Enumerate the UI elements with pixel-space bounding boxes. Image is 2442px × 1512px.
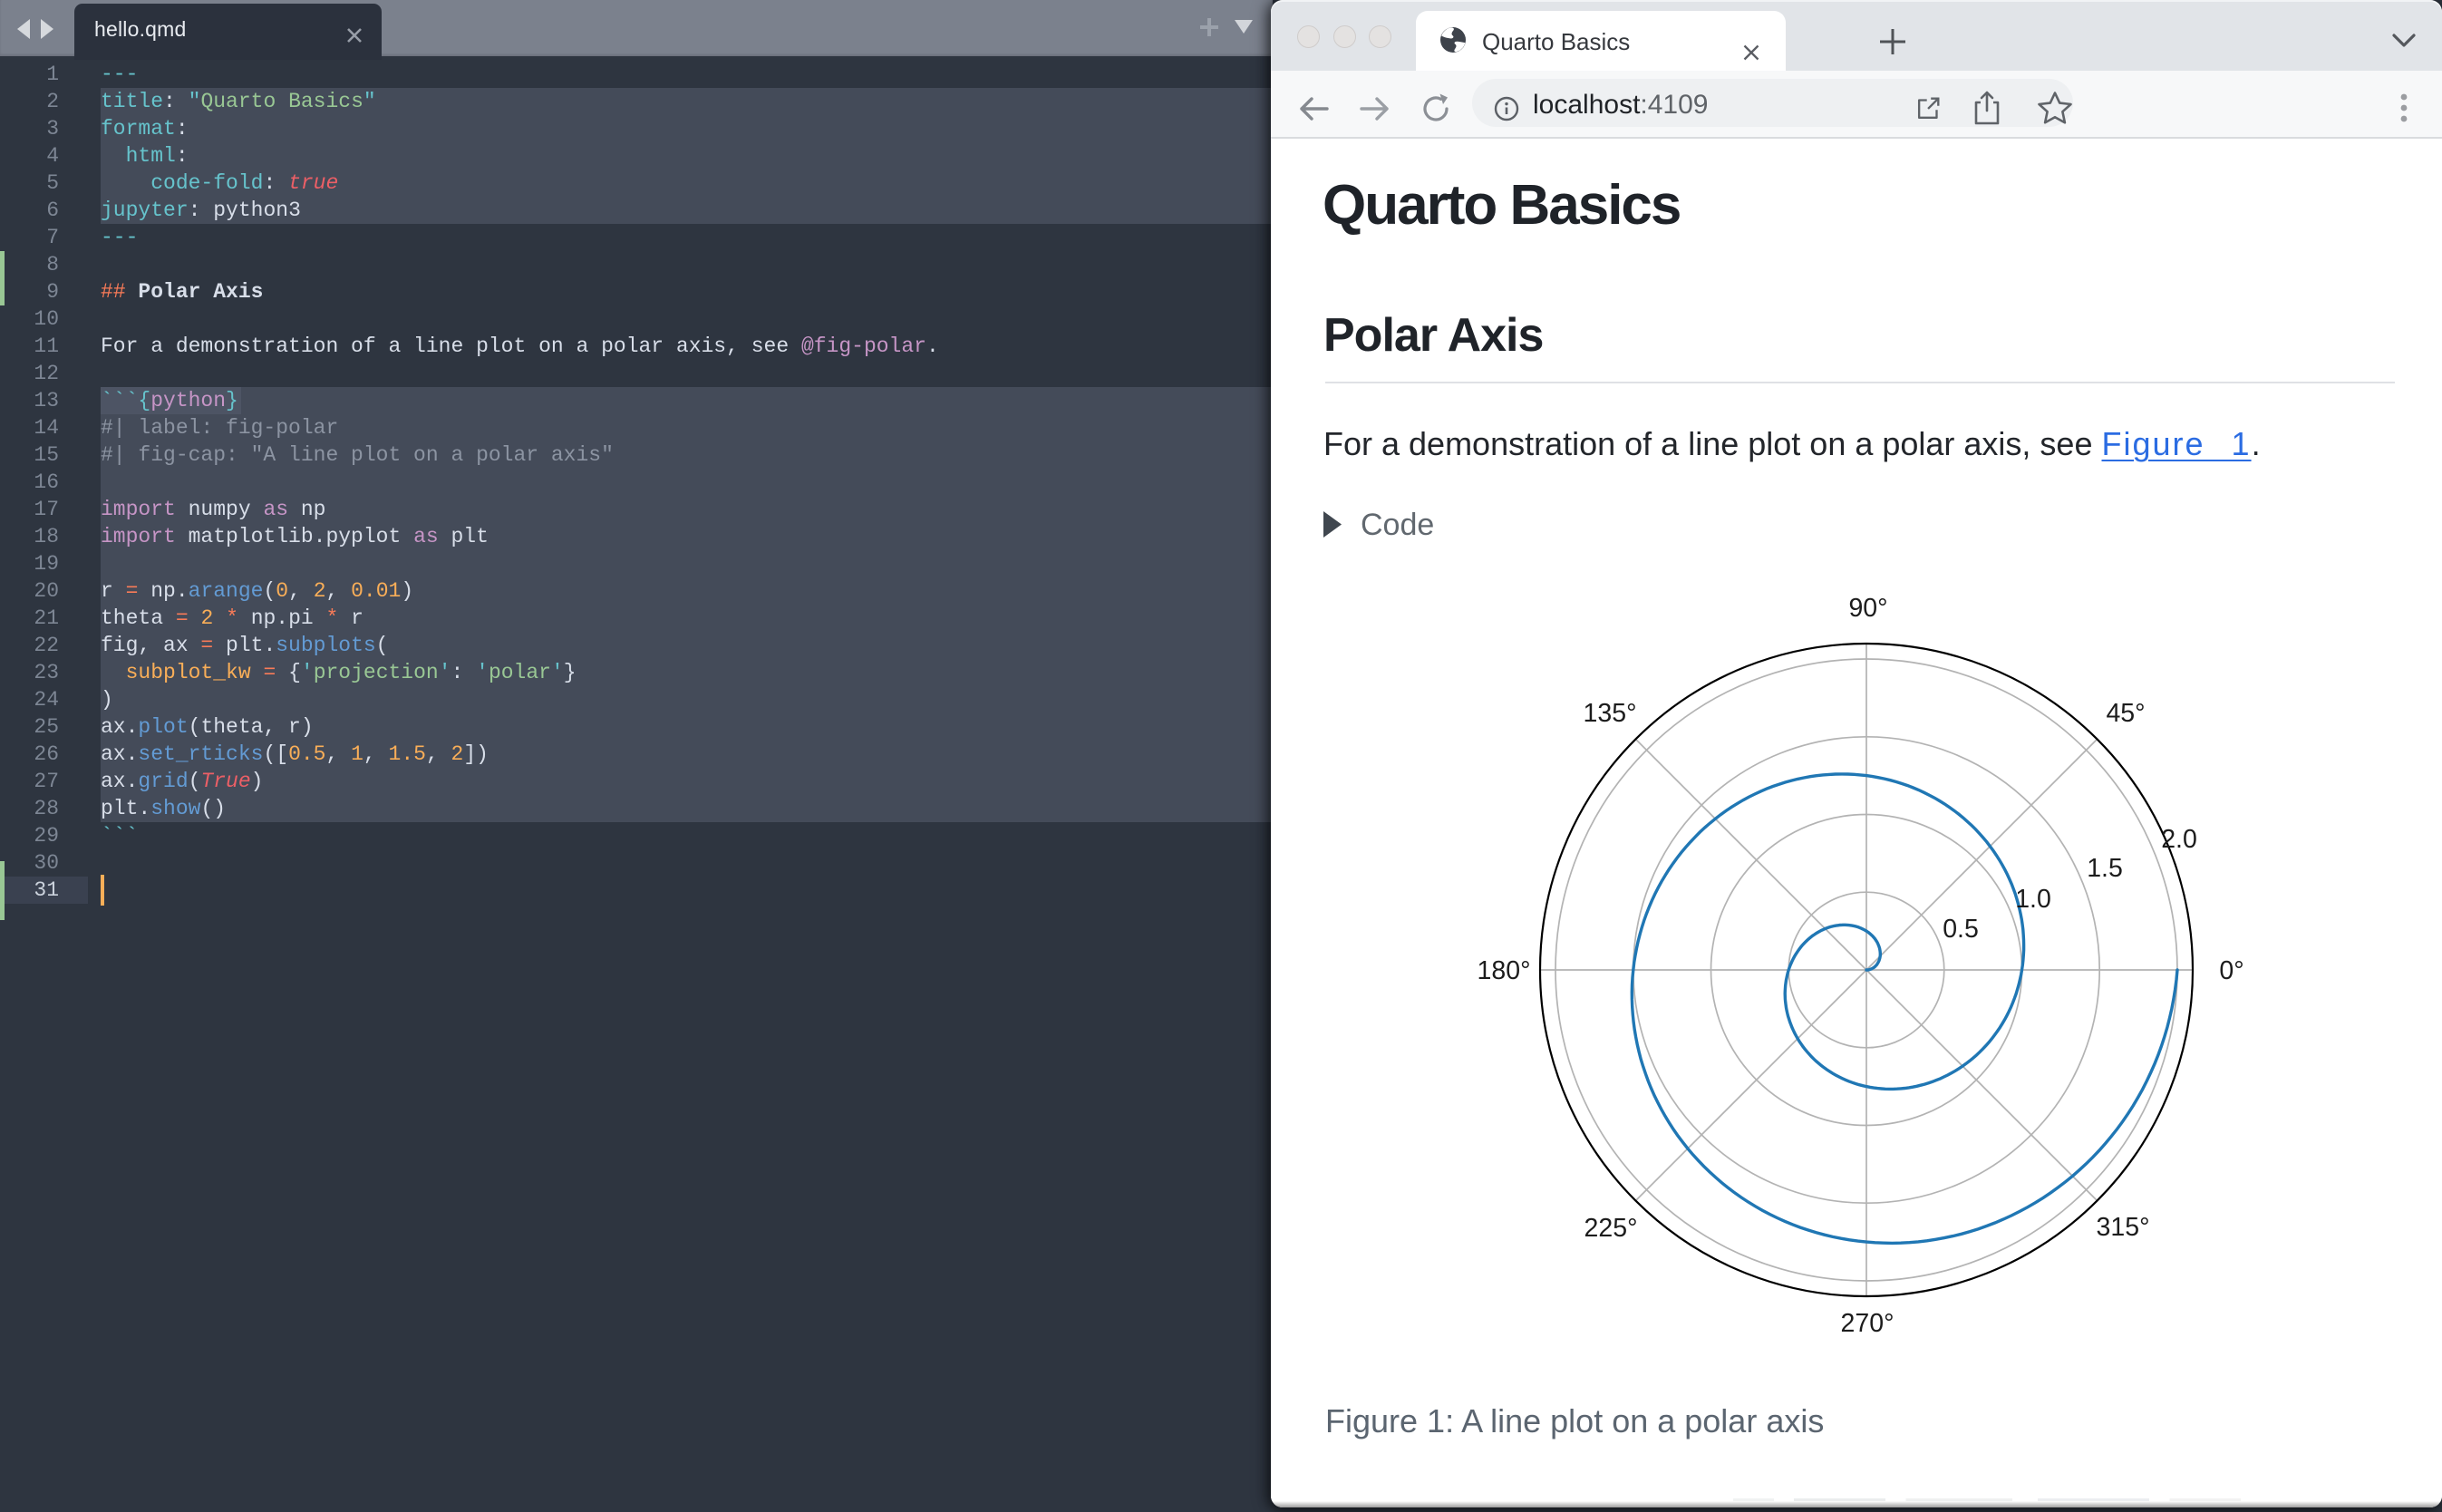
svg-text:90°: 90° (1848, 594, 1887, 623)
svg-text:0.5: 0.5 (1943, 915, 1979, 944)
svg-text:1.5: 1.5 (2087, 854, 2123, 883)
svg-text:2.0: 2.0 (2161, 825, 2197, 854)
svg-text:180°: 180° (1478, 956, 1531, 985)
svg-text:270°: 270° (1841, 1309, 1894, 1338)
svg-text:0°: 0° (2219, 956, 2243, 985)
svg-text:135°: 135° (1584, 699, 1637, 728)
svg-text:1.0: 1.0 (2015, 885, 2051, 914)
svg-text:45°: 45° (2106, 699, 2145, 728)
svg-text:315°: 315° (2097, 1213, 2150, 1242)
svg-text:225°: 225° (1584, 1214, 1638, 1243)
